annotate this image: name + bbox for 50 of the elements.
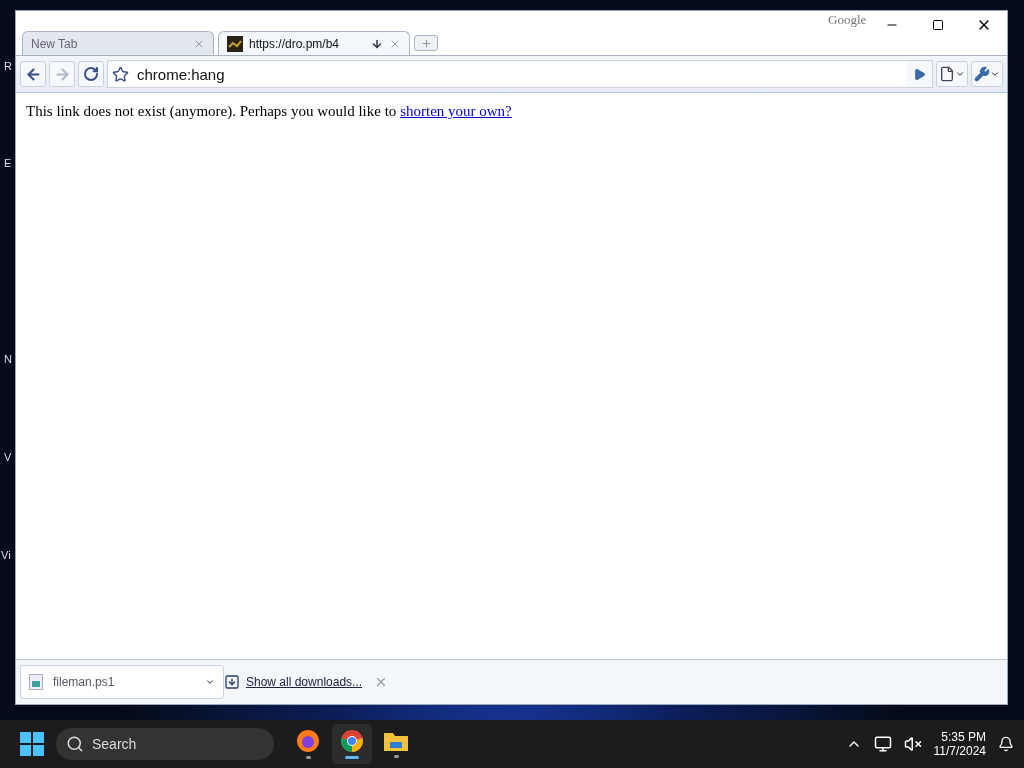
message-text: This link does not exist (anymore). Perhaps you would like to shorten your own? — [26, 103, 513, 120]
tab-title: New Tab — [31, 36, 79, 51]
download-icon — [371, 37, 383, 50]
desktop-icon-label[interactable]: R — [4, 60, 12, 72]
notification-bell-icon[interactable] — [998, 736, 1014, 752]
desktop-icon-label[interactable]: Vi — [1, 549, 11, 561]
go-button[interactable] — [906, 61, 932, 87]
caret-icon — [990, 69, 1000, 79]
tab[interactable]: https://dro.pm/b4 — [218, 31, 410, 55]
page-icon — [939, 66, 955, 82]
start-icon[interactable] — [20, 732, 44, 756]
tab-title: https://dro.pm/b4 — [249, 36, 341, 51]
play-icon — [912, 67, 926, 81]
download-filename: fileman.ps1 — [53, 675, 116, 689]
plus-icon — [420, 37, 432, 49]
downloads-icon — [224, 674, 240, 690]
taskbar-app[interactable] — [332, 724, 372, 764]
script-file-icon — [29, 674, 43, 690]
speaker-muted-icon[interactable] — [903, 735, 922, 753]
shorten-link[interactable]: shorten your own? — [400, 103, 512, 119]
show-all-downloads-link[interactable]: Show all downloads... — [246, 675, 363, 689]
download-item[interactable]: fileman.ps1 — [20, 665, 224, 699]
tab[interactable]: New Tab — [22, 31, 214, 55]
caret-icon — [955, 69, 965, 79]
network-icon[interactable] — [873, 735, 892, 753]
reload-icon — [83, 66, 99, 82]
chrome-icon — [340, 729, 364, 753]
desktop-icon-label[interactable]: N — [4, 353, 12, 365]
address-bar[interactable]: chrome:hang — [107, 60, 933, 88]
wrench-menu-button[interactable] — [971, 61, 1003, 87]
folder-icon — [383, 730, 409, 752]
desktop-icon-label[interactable]: E — [4, 157, 12, 169]
search-icon — [66, 735, 84, 753]
back-button[interactable] — [20, 61, 46, 87]
back-arrow-icon — [24, 65, 42, 83]
new-tab-button[interactable] — [414, 35, 438, 51]
clock[interactable]: 5:35 PM 11/7/2024 — [933, 730, 986, 758]
favicon-icon — [227, 35, 243, 52]
desktop-icon-label[interactable]: V — [4, 451, 12, 463]
address-text: chrome:hang — [136, 65, 226, 83]
search-field[interactable]: Search — [56, 728, 274, 760]
forward-arrow-icon — [53, 65, 71, 83]
firefox-icon — [296, 729, 320, 753]
wrench-icon — [974, 66, 990, 82]
reload-button[interactable] — [78, 61, 104, 87]
maximize-icon — [932, 19, 944, 31]
star-icon[interactable] — [112, 65, 129, 83]
page-menu-button[interactable] — [936, 61, 968, 87]
caret-icon — [205, 677, 215, 687]
brand-label: Google — [828, 12, 867, 28]
